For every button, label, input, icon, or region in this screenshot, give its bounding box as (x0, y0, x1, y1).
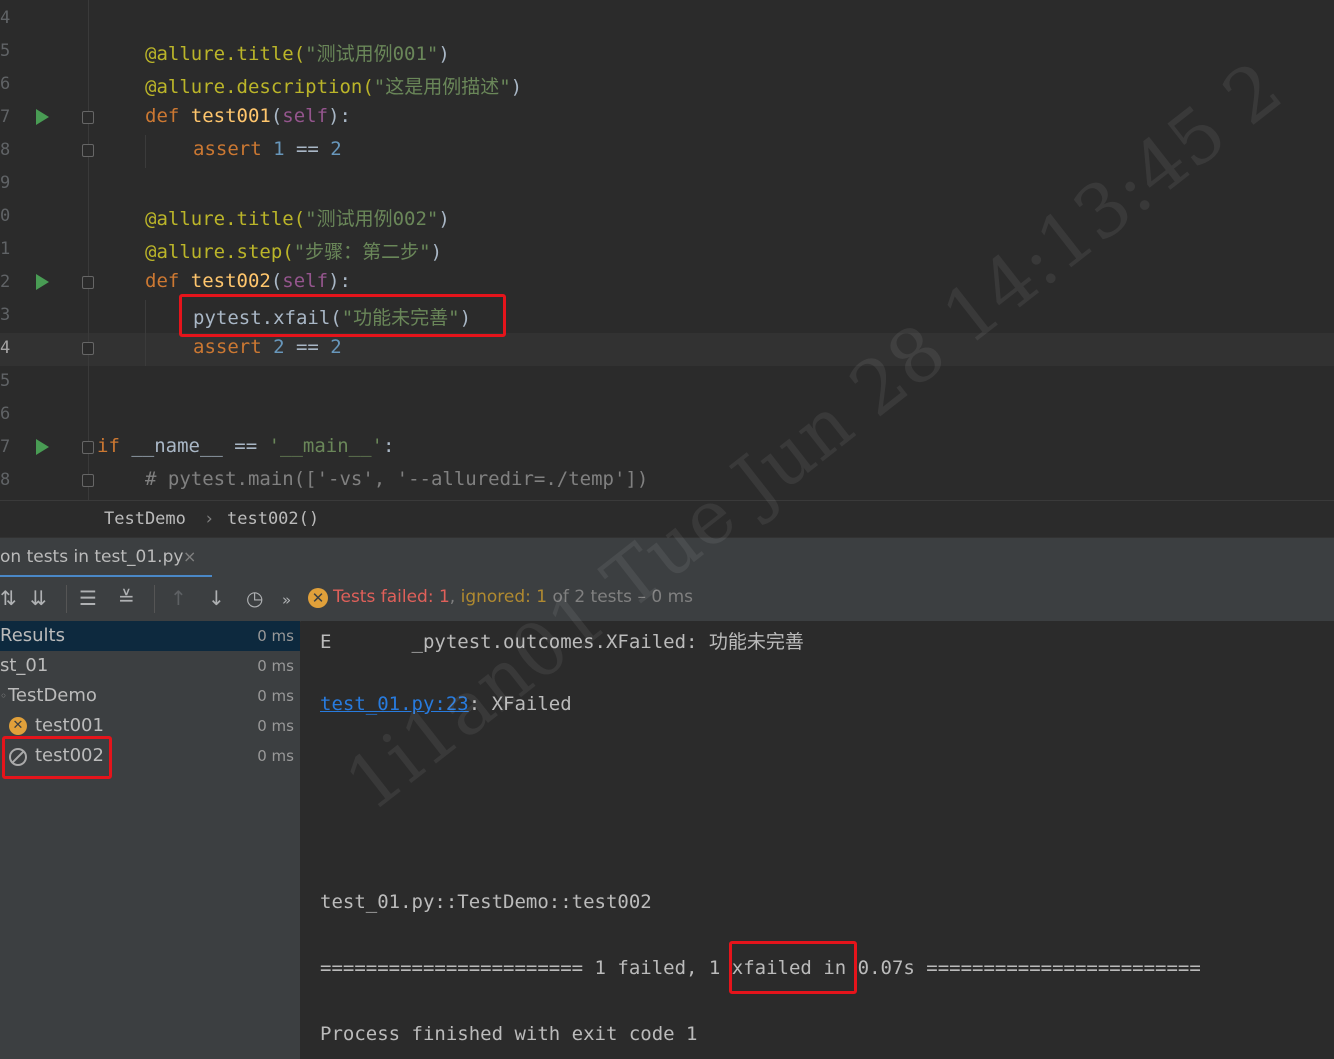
code-line-11: @allure.step("步骤：第二步") (145, 241, 443, 263)
tree-row-time: 0 ms (257, 747, 294, 765)
console-line-exit: Process finished with exit code 1 (320, 1023, 698, 1045)
run-tab-strip: on tests in test_01.py × (0, 537, 1334, 578)
more-icon[interactable]: » (282, 589, 291, 611)
expand-all-icon[interactable]: ☰ (79, 587, 97, 609)
fold-icon[interactable] (82, 276, 94, 289)
highlight-box-xfailed (729, 941, 857, 994)
tree-row-label: Results (0, 625, 65, 646)
run-test-icon[interactable] (36, 109, 49, 125)
line-number: 0 (0, 206, 11, 226)
line-number: 7 (0, 437, 11, 457)
code-line-7: def test001(self): (145, 105, 351, 127)
line-number: 4 (0, 338, 11, 358)
line-number: 6 (0, 74, 11, 94)
console-line-test-id: test_01.py::TestDemo::test002 (320, 891, 652, 913)
failed-status-icon: ✕ (308, 588, 328, 608)
tree-row-results[interactable]: Results 0 ms (0, 621, 300, 651)
history-icon[interactable]: ◷ (246, 587, 263, 609)
fold-icon[interactable] (82, 144, 94, 157)
code-editor[interactable]: 4 5 6 7 8 9 0 1 2 3 4 5 6 7 8 @allure.ti… (0, 0, 1334, 500)
line-number: 8 (0, 470, 11, 490)
line-number: 9 (0, 173, 11, 193)
fold-icon[interactable] (82, 474, 94, 487)
breadcrumb-method[interactable]: test002() (227, 509, 319, 529)
tree-row-time: 0 ms (257, 657, 294, 675)
previous-failed-icon[interactable]: ↑ (170, 587, 187, 609)
code-line-6: @allure.description("这是用例描述") (145, 76, 523, 98)
line-number: 5 (0, 41, 11, 61)
run-tab-title: on tests in test_01.py (0, 547, 184, 567)
line-number: 3 (0, 305, 11, 325)
expand-arrow-icon[interactable]: ◦ (0, 689, 7, 703)
run-test-icon[interactable] (36, 274, 49, 290)
tree-row-time: 0 ms (257, 717, 294, 735)
sort-duration-icon[interactable]: ⇊ (30, 587, 47, 609)
tree-row-module[interactable]: st_01 0 ms (0, 651, 300, 681)
collapse-all-icon[interactable]: ≚ (118, 587, 135, 609)
console-output[interactable]: E _pytest.outcomes.XFailed: 功能未完善 test_0… (301, 621, 1334, 1059)
highlight-box-test002 (2, 736, 112, 779)
next-failed-icon[interactable]: ↓ (208, 587, 225, 609)
tree-row-time: 0 ms (257, 687, 294, 705)
line-number: 1 (0, 239, 11, 259)
test-runner-toolbar: ⇅ ⇊ ☰ ≚ ↑ ↓ ◷ » ✕ Tests failed: 1, ignor… (0, 577, 1334, 622)
line-number: 6 (0, 404, 11, 424)
line-number: 5 (0, 371, 11, 391)
gutter-divider (88, 0, 89, 500)
tree-row-time: 0 ms (257, 627, 294, 645)
run-tab[interactable]: on tests in test_01.py × (0, 538, 212, 578)
source-link[interactable]: test_01.py:23 (320, 693, 469, 715)
tree-row-label: TestDemo (8, 685, 97, 706)
test-results-tree: Results 0 ms st_01 0 ms ◦ TestDemo 0 ms … (0, 621, 300, 1059)
indent-guide (145, 300, 146, 366)
breadcrumb: TestDemo › test002() (0, 500, 1334, 537)
line-number: 2 (0, 272, 11, 292)
line-number: 4 (0, 8, 11, 28)
console-line-error: E _pytest.outcomes.XFailed: 功能未完善 (320, 631, 804, 653)
test-status-summary: Tests failed: 1, ignored: 1 of 2 tests –… (333, 587, 693, 607)
code-line-5: @allure.title("测试用例001") (145, 43, 450, 65)
sort-alpha-icon[interactable]: ⇅ (0, 587, 17, 609)
breadcrumb-class[interactable]: TestDemo (104, 509, 186, 529)
tree-row-label: st_01 (0, 655, 49, 676)
fold-icon[interactable] (82, 111, 94, 124)
failed-test-icon: ✕ (9, 717, 27, 735)
code-line-17: if __name__ == '__main__': (97, 435, 395, 457)
line-number: 8 (0, 140, 11, 160)
fold-icon[interactable] (82, 342, 94, 355)
fold-icon[interactable] (82, 441, 94, 454)
code-line-10: @allure.title("测试用例002") (145, 208, 450, 230)
console-line-location: test_01.py:23: XFailed (320, 693, 572, 715)
highlight-box-xfail (179, 294, 506, 337)
code-line-14: assert 2 == 2 (193, 336, 342, 358)
run-main-icon[interactable] (36, 439, 49, 455)
close-icon[interactable]: × (183, 547, 196, 566)
code-line-18: # pytest.main(['-vs', '--alluredir=./tem… (145, 468, 649, 490)
line-number: 7 (0, 107, 11, 127)
code-line-8: assert 1 == 2 (193, 138, 342, 160)
indent-guide (145, 135, 146, 168)
toolbar-divider (66, 585, 67, 613)
code-line-12: def test002(self): (145, 270, 351, 292)
tree-row-label: test001 (35, 715, 104, 736)
breadcrumb-separator-icon: › (204, 509, 215, 529)
tree-row-class[interactable]: ◦ TestDemo 0 ms (0, 681, 300, 711)
toolbar-divider (154, 585, 155, 613)
